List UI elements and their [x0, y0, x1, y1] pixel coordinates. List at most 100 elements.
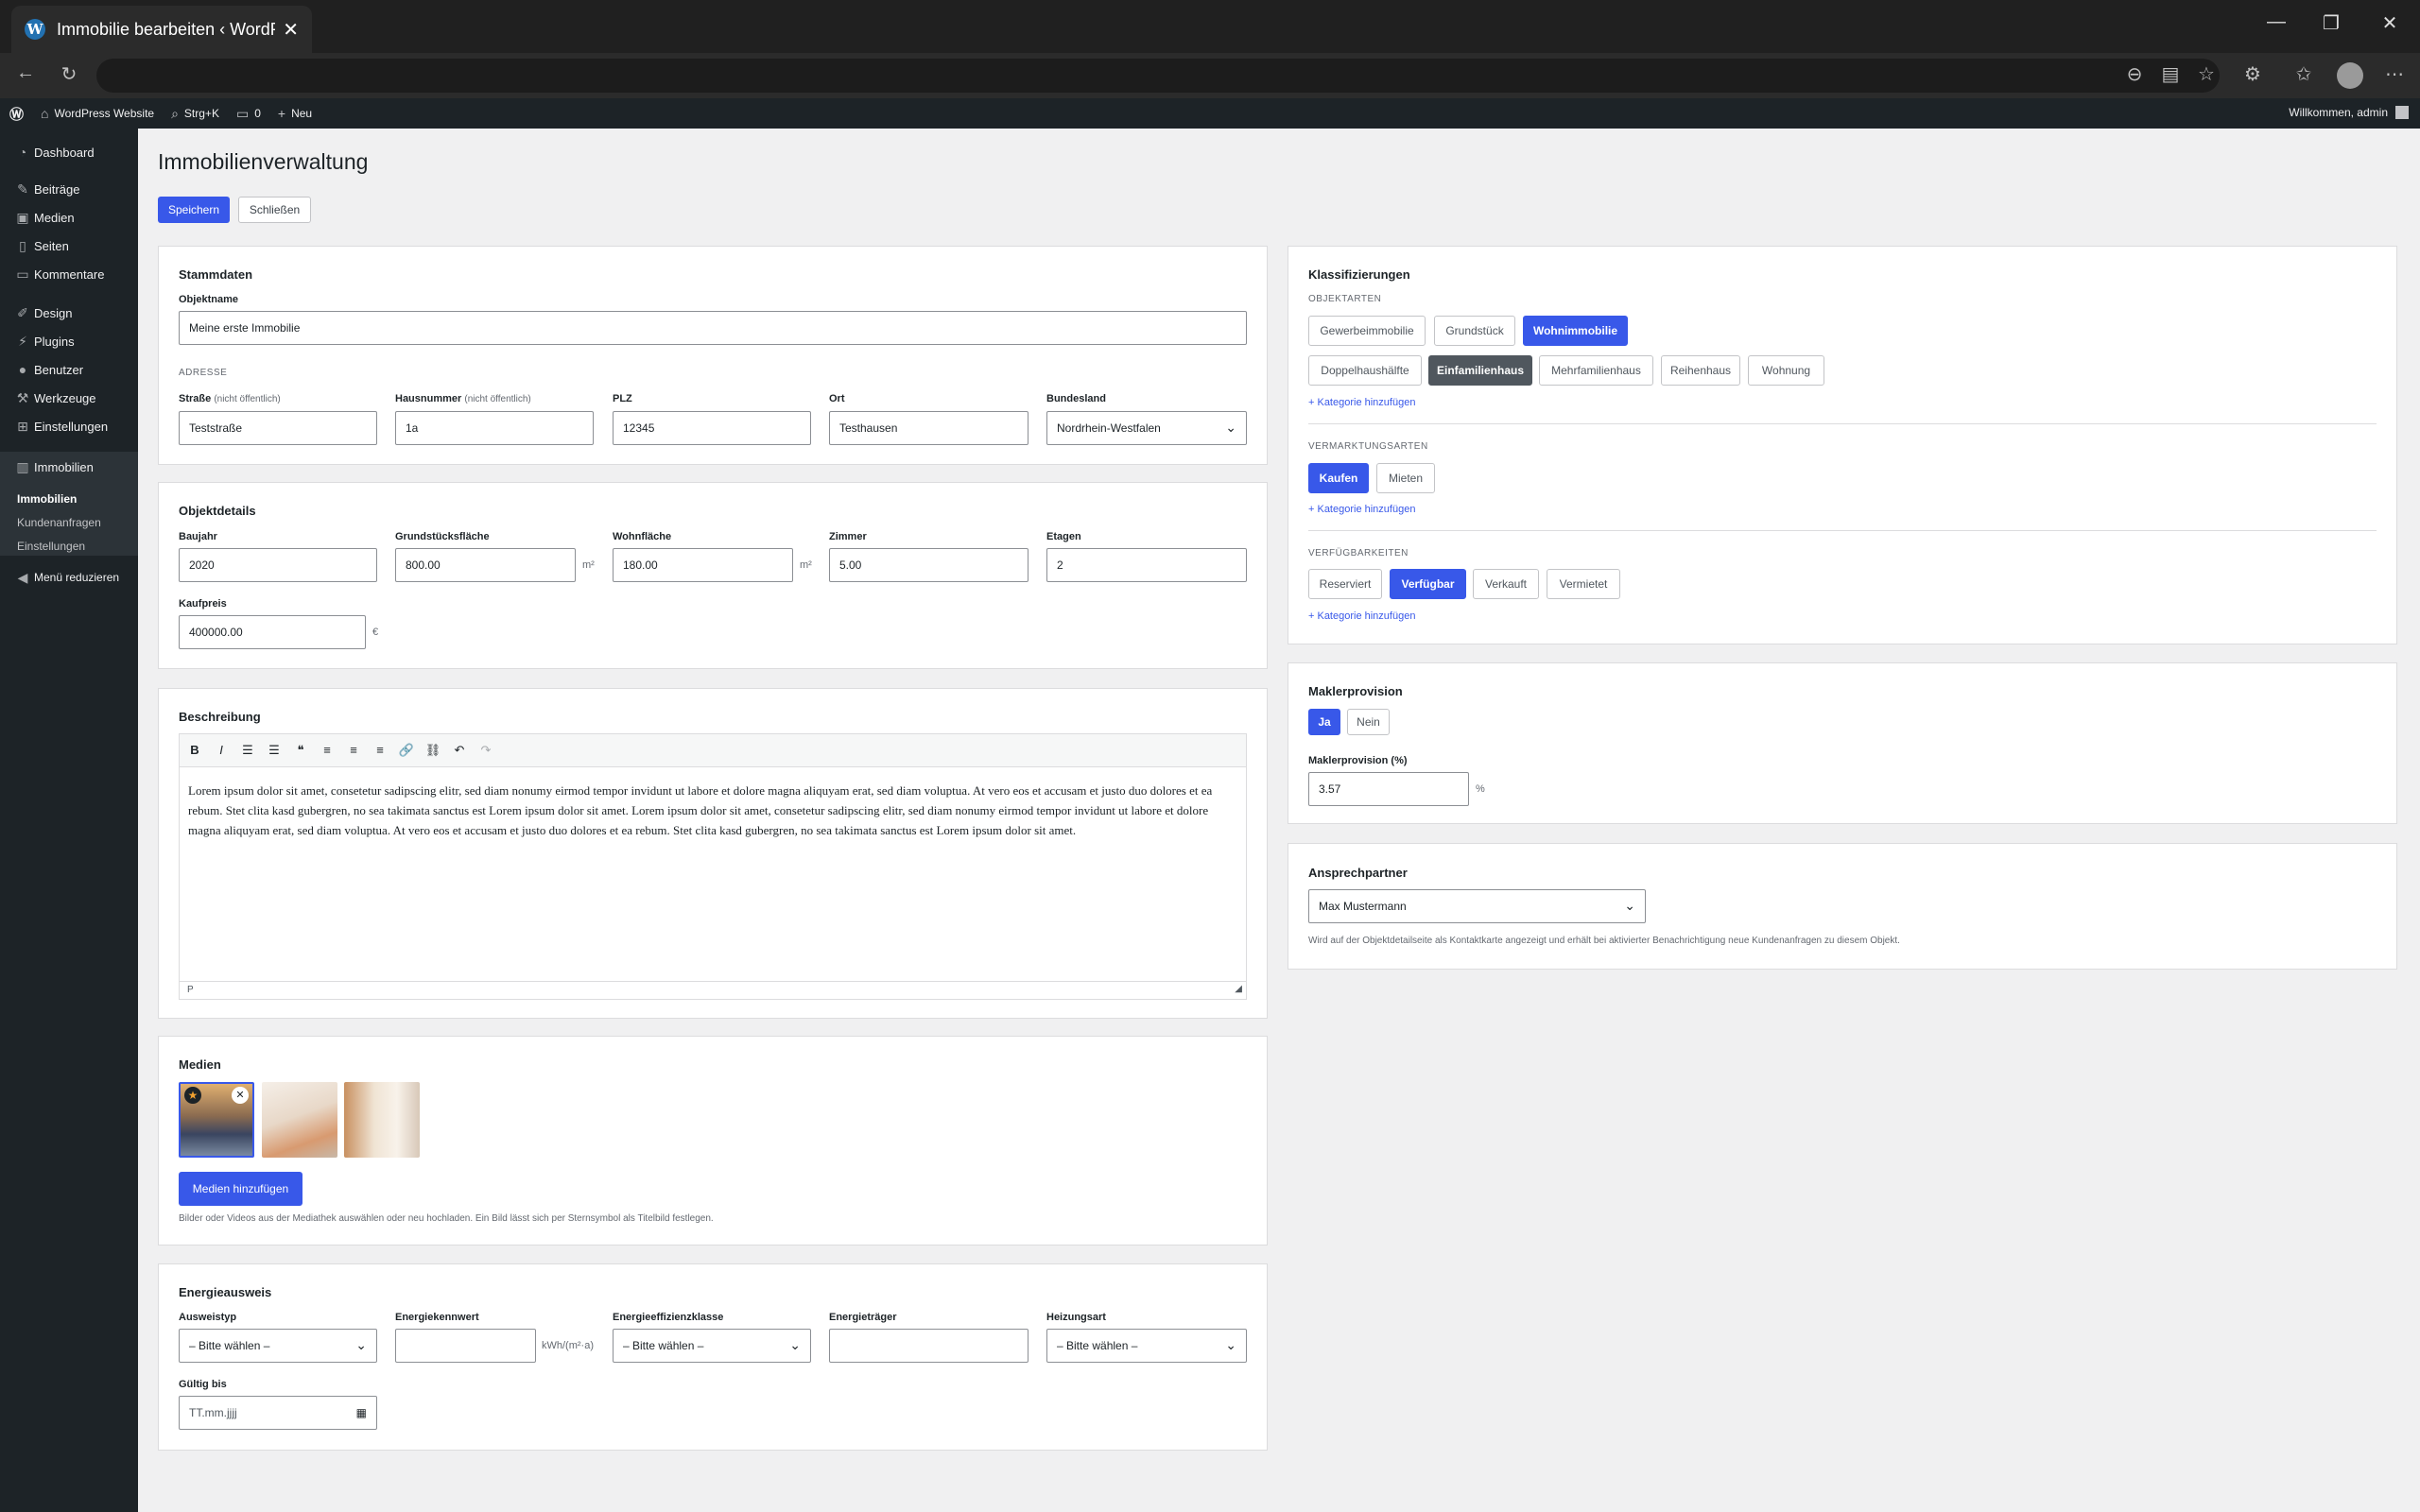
resize-handle-icon[interactable]: ◢ [1235, 984, 1242, 994]
account-menu[interactable]: Willkommen, admin [2289, 106, 2409, 119]
tag-verfuegbar[interactable]: Verfügbar [1390, 569, 1466, 599]
more-icon[interactable]: ⋯ [2380, 62, 2409, 86]
plz-input[interactable]: 12345 [613, 411, 811, 445]
unlink-icon[interactable]: ⛓ [424, 743, 442, 758]
reader-icon[interactable]: ▤ [2156, 62, 2185, 86]
ort-input[interactable]: Testhausen [829, 411, 1028, 445]
bundesland-select[interactable]: Nordrhein-Westfalen ⌄ [1046, 411, 1247, 445]
collapse-menu-button[interactable]: ◀ Menü reduzieren [0, 563, 138, 592]
align-center-icon[interactable]: ≡ [344, 743, 363, 757]
baujahr-input[interactable]: 2020 [179, 548, 377, 582]
tag-einfamilienhaus[interactable]: Einfamilienhaus [1428, 355, 1532, 386]
zimmer-input[interactable]: 5.00 [829, 548, 1028, 582]
sidebar-item-werkzeuge[interactable]: ⚒ Werkzeuge [0, 384, 138, 412]
add-category-link[interactable]: + Kategorie hinzufügen [1308, 504, 1415, 515]
back-icon[interactable]: ← [11, 62, 40, 84]
grundstuecksflaeche-input[interactable]: 800.00 [395, 548, 576, 582]
sidebar-item-medien[interactable]: ▣ Medien [0, 203, 138, 232]
tag-reihenhaus[interactable]: Reihenhaus [1661, 355, 1740, 386]
bullet-list-icon[interactable]: ☰ [238, 743, 257, 758]
tag-reserviert[interactable]: Reserviert [1308, 569, 1382, 599]
save-button[interactable]: Speichern [158, 197, 230, 223]
hausnummer-input[interactable]: 1a [395, 411, 594, 445]
media-thumbnail[interactable]: ★ ✕ [179, 1082, 254, 1158]
ansprechpartner-select[interactable]: Max Mustermann ⌄ [1308, 889, 1646, 923]
tag-doppelhaushaelfte[interactable]: Doppelhaushälfte [1308, 355, 1422, 386]
zoom-out-icon[interactable]: ⊖ [2120, 62, 2149, 86]
sidebar-item-seiten[interactable]: ▯ Seiten [0, 232, 138, 260]
favorite-icon[interactable]: ☆ [2192, 62, 2221, 86]
link-icon[interactable]: 🔗 [397, 743, 416, 758]
search-link[interactable]: ⌕ Strg+K [171, 106, 219, 122]
sidebar-item-design[interactable]: ✐ Design [0, 299, 138, 327]
submenu-item-einstellungen[interactable]: Einstellungen [17, 540, 85, 553]
comments-link[interactable]: ▭ 0 [236, 106, 261, 122]
tag-kaufen[interactable]: Kaufen [1308, 463, 1369, 493]
energiekennwert-input[interactable] [395, 1329, 536, 1363]
submenu-item-kundenanfragen[interactable]: Kundenanfragen [17, 516, 101, 529]
tag-vermietet[interactable]: Vermietet [1547, 569, 1620, 599]
wohnflaeche-input[interactable]: 180.00 [613, 548, 793, 582]
gueltig-bis-input[interactable]: TT.mm.jjjj ▦ [179, 1396, 377, 1430]
star-icon[interactable]: ★ [184, 1087, 201, 1104]
sidebar-item-beitraege[interactable]: ✎ Beiträge [0, 175, 138, 203]
kaufpreis-input[interactable]: 400000.00 [179, 615, 366, 649]
energieeffizienzklasse-select[interactable]: – Bitte wählen – ⌄ [613, 1329, 811, 1363]
makler-ja-button[interactable]: Ja [1308, 709, 1340, 735]
extensions-icon[interactable]: ⚙ [2238, 62, 2267, 86]
objektname-input[interactable]: Meine erste Immobilie [179, 311, 1247, 345]
tag-verkauft[interactable]: Verkauft [1473, 569, 1539, 599]
italic-icon[interactable]: I [212, 743, 231, 757]
add-media-button[interactable]: Medien hinzufügen [179, 1172, 302, 1206]
heizungsart-select[interactable]: – Bitte wählen – ⌄ [1046, 1329, 1247, 1363]
align-left-icon[interactable]: ≡ [318, 743, 337, 757]
sidebar-item-plugins[interactable]: ⚡ Plugins [0, 327, 138, 355]
redo-icon[interactable]: ↷ [476, 743, 495, 758]
reload-icon[interactable]: ↻ [55, 62, 83, 86]
ausweistyp-select[interactable]: – Bitte wählen – ⌄ [179, 1329, 377, 1363]
remove-icon[interactable]: ✕ [232, 1087, 249, 1104]
close-button[interactable]: Schließen [238, 197, 311, 223]
tag-wohnung[interactable]: Wohnung [1748, 355, 1824, 386]
add-category-link[interactable]: + Kategorie hinzufügen [1308, 610, 1415, 622]
minimize-icon[interactable]: — [2257, 11, 2295, 33]
editor-content[interactable]: Lorem ipsum dolor sit amet, consetetur s… [188, 781, 1237, 840]
wp-logo-icon[interactable]: Ⓦ [9, 104, 24, 124]
sidebar-item-einstellungen[interactable]: ⊞ Einstellungen [0, 412, 138, 440]
submenu-item-immobilien[interactable]: Immobilien [17, 492, 77, 506]
window-close-icon[interactable]: ✕ [2371, 11, 2409, 35]
maximize-icon[interactable]: ❐ [2312, 11, 2350, 35]
align-right-icon[interactable]: ≡ [371, 743, 389, 757]
bold-icon[interactable]: B [185, 743, 204, 757]
site-name-link[interactable]: ⌂ WordPress Website [41, 106, 154, 121]
media-thumbnail[interactable] [344, 1082, 420, 1158]
media-thumbnail[interactable] [262, 1082, 337, 1158]
favorites-bar-icon[interactable]: ✩ [2290, 62, 2318, 86]
makler-nein-button[interactable]: Nein [1347, 709, 1390, 735]
quote-icon[interactable]: ❝ [291, 743, 310, 758]
undo-icon[interactable]: ↶ [450, 743, 469, 758]
add-category-link[interactable]: + Kategorie hinzufügen [1308, 397, 1415, 408]
building-icon: ▥ [16, 458, 29, 474]
sidebar-item-dashboard[interactable]: ◔ Dashboard [0, 138, 138, 166]
tag-mehrfamilienhaus[interactable]: Mehrfamilienhaus [1539, 355, 1653, 386]
address-bar[interactable] [96, 59, 2220, 93]
calendar-icon[interactable]: ▦ [356, 1406, 367, 1419]
new-link[interactable]: + Neu [278, 106, 312, 121]
sidebar-item-kommentare[interactable]: ▭ Kommentare [0, 260, 138, 288]
maklerprovision-input[interactable]: 3.57 [1308, 772, 1469, 806]
etagen-input[interactable]: 2 [1046, 548, 1247, 582]
sidebar-item-immobilien[interactable]: ▥ Immobilien [0, 452, 138, 482]
sidebar-item-benutzer[interactable]: ● Benutzer [0, 355, 138, 384]
tab-close-icon[interactable]: ✕ [283, 18, 299, 42]
tag-mieten[interactable]: Mieten [1376, 463, 1435, 493]
strasse-input[interactable]: Teststraße [179, 411, 377, 445]
tag-gewerbeimmobilie[interactable]: Gewerbeimmobilie [1308, 316, 1426, 346]
profile-avatar[interactable] [2337, 62, 2363, 89]
browser-tab[interactable]: W Immobilie bearbeiten ‹ WordPress ✕ [11, 6, 312, 53]
editor-toolbar: B I ☰ ☰ ❝ ≡ ≡ ≡ 🔗 ⛓ ↶ ↷ [180, 734, 1246, 767]
tag-grundstueck[interactable]: Grundstück [1434, 316, 1515, 346]
numbered-list-icon[interactable]: ☰ [265, 743, 284, 758]
energietraeger-input[interactable] [829, 1329, 1028, 1363]
tag-wohnimmobilie[interactable]: Wohnimmobilie [1523, 316, 1628, 346]
